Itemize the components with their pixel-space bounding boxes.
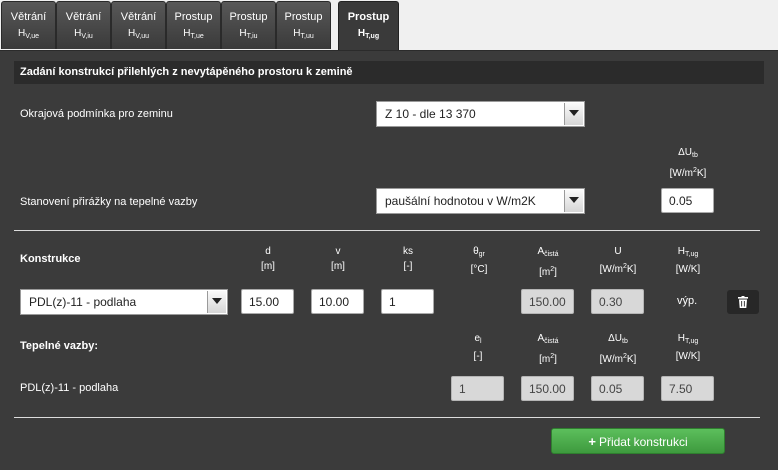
trash-icon <box>738 296 748 308</box>
h-tug-value: výp. <box>677 295 698 307</box>
bridge-area-value: 150.00 <box>521 376 574 401</box>
add-construction-button[interactable]: + Přidat konstrukci <box>551 428 725 454</box>
chevron-down-icon[interactable] <box>564 190 583 212</box>
divider <box>14 230 760 231</box>
h-tug-header-2: HT,ug [W/K] <box>675 333 701 362</box>
chevron-down-icon[interactable] <box>564 103 583 125</box>
ground-condition-value: Z 10 - dle 13 370 <box>385 107 476 121</box>
tab-symbol: HT,uu <box>293 28 314 40</box>
tab-prostup-ht-ug[interactable]: Prostup HT,ug <box>338 1 399 51</box>
e-l-value: 1 <box>451 376 504 401</box>
tab-label: Prostup <box>229 11 268 23</box>
tab-symbol: HV,ue <box>18 28 39 40</box>
tab-prostup-ht-iu[interactable]: Prostup HT,iu <box>221 1 276 49</box>
v-header: v [m] <box>331 246 345 272</box>
tab-bar: Větrání HV,ue Větrání HV,iu Větrání HV,u… <box>0 0 778 51</box>
section-title: Zadání konstrukcí přilehlých z nevytápěn… <box>14 61 764 84</box>
tab-vetrani-hv-iu[interactable]: Větrání HV,iu <box>56 1 111 49</box>
divider <box>14 417 760 418</box>
plus-icon: + <box>588 434 596 449</box>
delta-utb-header: ΔUtb [W/m2K] <box>669 147 707 179</box>
delta-utb-input[interactable]: 0.05 <box>661 188 714 213</box>
bridge-construction-name: PDL(z)-11 - podlaha <box>20 382 119 394</box>
chevron-down-icon[interactable] <box>207 291 226 313</box>
area-value: 150.00 <box>521 289 574 314</box>
d-header: d [m] <box>261 246 275 272</box>
bridge-h-tug-value: 7.50 <box>661 376 714 401</box>
tab-label: Větrání <box>65 11 102 23</box>
tab-label: Větrání <box>10 11 47 23</box>
tab-symbol: HV,iu <box>74 28 93 40</box>
tab-vetrani-hv-ue[interactable]: Větrání HV,ue <box>1 1 56 49</box>
tab-prostup-ht-ue[interactable]: Prostup HT,ue <box>166 1 221 49</box>
construction-section-label: Konstrukce <box>20 253 81 265</box>
tab-vetrani-hv-uu[interactable]: Větrání HV,uu <box>111 1 166 49</box>
delete-construction-button[interactable] <box>727 290 759 314</box>
area-header-2: Ačistá [m2] <box>537 333 559 365</box>
thermal-bridges-value: paušální hodnotou v W/m2K <box>385 194 536 208</box>
ks-input[interactable]: 1 <box>381 289 434 314</box>
construction-value: PDL(z)-11 - podlaha <box>29 295 137 309</box>
tab-symbol: HT,ue <box>183 28 204 40</box>
bridge-delta-utb-value: 0.05 <box>591 376 644 401</box>
area-header: Ačistá [m2] <box>537 246 559 278</box>
tab-label: Prostup <box>284 11 323 23</box>
tab-label: Prostup <box>174 11 213 23</box>
d-input[interactable]: 15.00 <box>241 289 294 314</box>
tab-label: Větrání <box>120 11 157 23</box>
content-panel: Zadání konstrukcí přilehlých z nevytápěn… <box>0 50 778 470</box>
v-input[interactable]: 10.00 <box>311 289 364 314</box>
ks-header: ks [-] <box>403 246 413 272</box>
u-value: 0.30 <box>591 289 644 314</box>
thermal-bridges-section-label: Tepelné vazby: <box>20 340 99 352</box>
add-construction-label: Přidat konstrukci <box>598 435 688 449</box>
thermal-bridges-label: Stanovení přirážky na tepelné vazby <box>20 196 198 208</box>
thermal-bridges-select[interactable]: paušální hodnotou v W/m2K <box>376 188 585 214</box>
tab-symbol: HT,ug <box>357 28 380 40</box>
u-header: U [W/m2K] <box>599 246 637 275</box>
construction-select[interactable]: PDL(z)-11 - podlaha <box>20 289 228 315</box>
delta-utb-header-2: ΔUtb [W/m2K] <box>599 333 637 365</box>
tab-prostup-ht-uu[interactable]: Prostup HT,uu <box>276 1 331 49</box>
tab-symbol: HV,uu <box>128 28 149 40</box>
e-l-header: el [-] <box>473 333 483 362</box>
theta-gr-header: θgr [°C] <box>470 246 488 275</box>
ground-condition-select[interactable]: Z 10 - dle 13 370 <box>376 101 585 127</box>
tab-symbol: HT,iu <box>239 28 258 40</box>
h-tug-header: HT,ug [W/K] <box>675 246 701 275</box>
ground-condition-label: Okrajová podmínka pro zeminu <box>20 108 173 120</box>
tab-label: Prostup <box>347 11 390 23</box>
